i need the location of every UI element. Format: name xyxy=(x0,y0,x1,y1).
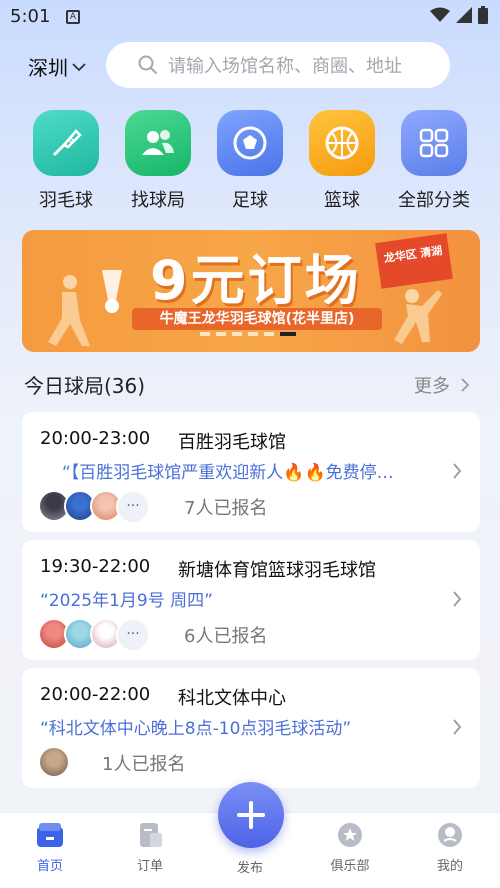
more-label: 更多 xyxy=(414,376,450,397)
category-soccer[interactable]: 足球 xyxy=(204,110,296,212)
chevron-right-icon xyxy=(453,591,462,607)
pagination-dot xyxy=(216,332,226,336)
profile-icon xyxy=(438,823,462,847)
game-time: 20:00-22:00 xyxy=(40,684,151,705)
category-label: 足球 xyxy=(232,190,268,211)
game-description: “2025年1月9号 周四” xyxy=(40,591,213,611)
pagination-dot xyxy=(264,332,274,336)
orders-icon xyxy=(140,823,162,847)
status-bar: 5:01 A xyxy=(0,0,500,34)
publish-button[interactable] xyxy=(218,782,284,848)
chevron-right-icon xyxy=(453,463,462,479)
game-venue: 百胜羽毛球馆 xyxy=(178,432,286,453)
badminton-icon xyxy=(33,110,99,176)
category-label: 篮球 xyxy=(324,190,360,211)
game-time: 19:30-22:00 xyxy=(40,556,151,577)
soccer-icon xyxy=(217,110,283,176)
category-label: 全部分类 xyxy=(398,190,470,211)
category-all[interactable]: 全部分类 xyxy=(388,110,480,212)
more-participants-icon: ··· xyxy=(116,490,150,524)
search-icon xyxy=(138,55,158,75)
banner-title: 9元订场 xyxy=(150,249,362,312)
game-description: “科北文体中心晚上8点-10点羽毛球活动” xyxy=(40,719,352,739)
more-link[interactable]: 更多 xyxy=(414,372,470,398)
tab-orders[interactable]: 订单 xyxy=(110,821,190,874)
player-silhouette-left xyxy=(48,275,90,346)
pagination-dot xyxy=(200,332,210,336)
basketball-icon xyxy=(309,110,375,176)
header: 深圳 请输入场馆名称、商圈、地址 xyxy=(0,42,500,88)
tab-label: 发布 xyxy=(236,861,263,876)
participant-avatars xyxy=(38,746,70,778)
category-label: 找球局 xyxy=(131,190,185,211)
grid-icon xyxy=(401,110,467,176)
signup-count: 7人已报名 xyxy=(184,498,268,519)
pagination-dot-active xyxy=(280,332,296,336)
tab-home[interactable]: 首页 xyxy=(10,821,90,874)
category-find-game[interactable]: 找球局 xyxy=(112,110,204,212)
people-icon xyxy=(125,110,191,176)
game-card[interactable]: 20:00-23:00 百胜羽毛球馆 “【百胜羽毛球馆严重欢迎新人🔥🔥免费停… … xyxy=(22,412,480,532)
category-basketball[interactable]: 篮球 xyxy=(296,110,388,212)
city-label: 深圳 xyxy=(28,56,68,80)
signal-icon xyxy=(456,7,472,23)
category-row: 羽毛球 找球局 足球 篮球 全部分类 xyxy=(20,110,480,212)
banner-pagination xyxy=(200,332,296,336)
category-label: 羽毛球 xyxy=(39,190,93,211)
tab-mine[interactable]: 我的 xyxy=(410,821,490,874)
tab-label: 订单 xyxy=(136,859,163,874)
search-input[interactable]: 请输入场馆名称、商圈、地址 xyxy=(106,42,450,88)
chevron-right-icon xyxy=(453,719,462,735)
tab-club[interactable]: 俱乐部 xyxy=(310,821,390,874)
participant-avatars: ··· xyxy=(38,490,150,524)
pagination-dot xyxy=(248,332,258,336)
home-icon xyxy=(37,823,63,847)
city-selector[interactable]: 深圳 xyxy=(28,52,86,81)
status-indicators xyxy=(430,6,488,24)
participant-avatars: ··· xyxy=(38,618,150,652)
battery-icon xyxy=(478,6,488,24)
signup-count: 6人已报名 xyxy=(184,626,268,647)
club-icon xyxy=(338,823,362,847)
search-placeholder: 请输入场馆名称、商圈、地址 xyxy=(168,56,402,77)
banner-location-tag: 龙华区 清湖 xyxy=(375,233,453,289)
more-participants-icon: ··· xyxy=(116,618,150,652)
player-silhouette-right xyxy=(394,289,442,344)
status-time: 5:01 xyxy=(10,6,51,27)
wifi-icon xyxy=(430,7,450,22)
category-badminton[interactable]: 羽毛球 xyxy=(20,110,112,212)
signup-count: 1人已报名 xyxy=(102,754,186,775)
game-venue: 新塘体育馆篮球羽毛球馆 xyxy=(178,560,376,581)
section-title: 今日球局(36) xyxy=(24,374,146,398)
tab-publish-label[interactable]: 发布 xyxy=(210,857,290,876)
tab-label: 我的 xyxy=(436,859,463,874)
tab-label: 俱乐部 xyxy=(330,859,370,874)
chevron-right-icon xyxy=(461,378,470,392)
game-description: “【百胜羽毛球馆严重欢迎新人🔥🔥免费停… xyxy=(62,463,394,483)
notification-a-icon: A xyxy=(66,10,80,24)
game-card[interactable]: 19:30-22:00 新塘体育馆篮球羽毛球馆 “2025年1月9号 周四” ·… xyxy=(22,540,480,660)
game-venue: 科北文体中心 xyxy=(178,688,286,709)
pagination-dot xyxy=(232,332,242,336)
game-time: 20:00-23:00 xyxy=(40,428,151,449)
today-games-header: 今日球局(36) 更多 xyxy=(24,370,476,400)
avatar xyxy=(38,746,70,778)
banner-subtitle: 牛魔王龙华羽毛球馆(花半里店) xyxy=(132,308,382,330)
tab-label: 首页 xyxy=(36,859,63,874)
chevron-down-icon xyxy=(72,62,86,71)
plus-icon xyxy=(237,801,265,829)
game-card[interactable]: 20:00-22:00 科北文体中心 “科北文体中心晚上8点-10点羽毛球活动”… xyxy=(22,668,480,788)
